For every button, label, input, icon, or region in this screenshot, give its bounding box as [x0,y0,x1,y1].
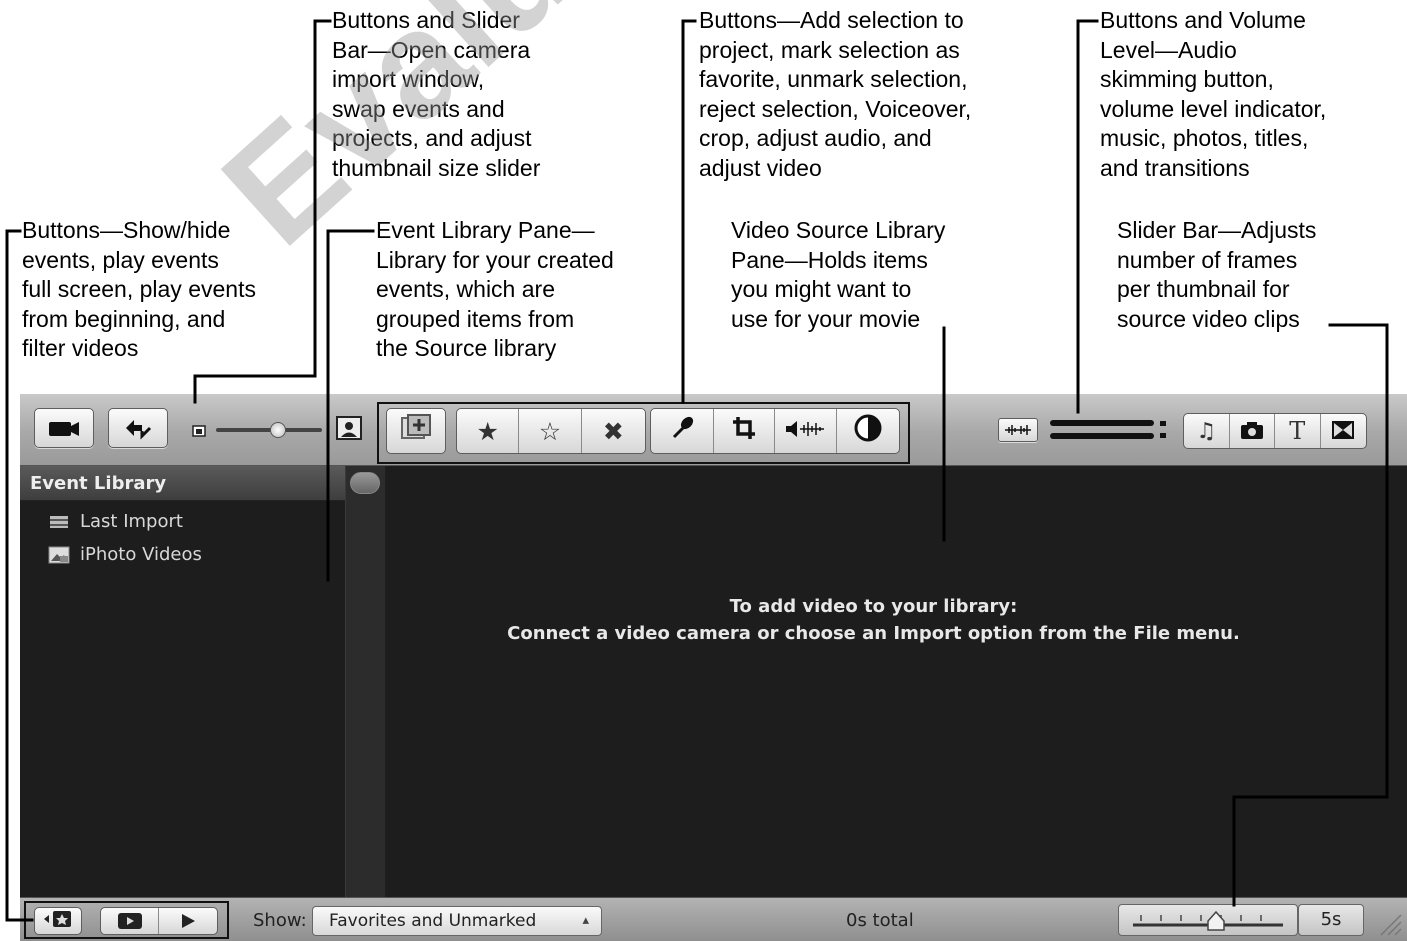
transitions-button[interactable] [1321,414,1366,448]
audio-skimming-button[interactable] [998,418,1038,442]
thumbnail-slider-knob[interactable] [270,422,286,438]
frames-per-thumbnail-slider[interactable] [1118,904,1298,936]
annotation-event-library-pane: Event Library Pane— Library for your cre… [376,217,614,361]
video-source-library-pane: To add video to your library: Connect a … [386,466,1407,897]
iphoto-icon [48,546,70,563]
camera-icon [47,418,81,438]
show-hide-events-wrap [34,907,82,935]
total-duration: 0s total [846,910,914,931]
music-button[interactable]: ♫ [1184,414,1230,448]
toolbar: ★ ☆ ✖ ♫ T [20,394,1407,466]
callout-line-edit-buttons [681,19,697,404]
sidebar-item-last-import[interactable]: Last Import [48,511,183,532]
imovie-window: ★ ☆ ✖ ♫ T Event Library Last Import iPho… [20,394,1407,941]
adjust-video-icon [854,414,882,448]
show-hide-events-icon [42,910,74,932]
music-icon: ♫ [1196,418,1217,444]
collapse-pane-button[interactable] [350,472,380,494]
crop-icon [731,415,757,447]
frames-value: 5s [1320,909,1342,930]
event-film-icon [48,514,70,530]
play-buttons [100,907,218,935]
add-selection-button-wrap [386,408,446,454]
browser-buttons: ♫ T [1183,413,1367,449]
play-from-beginning-button[interactable] [159,908,217,934]
filter-popup-value: Favorites and Unmarked [329,911,537,931]
sidebar-item-iphoto-videos[interactable]: iPhoto Videos [48,544,202,565]
large-thumbnail-icon [336,416,362,444]
crop-button[interactable] [714,409,775,453]
annotation-event-buttons: Buttons—Show/hide events, play events fu… [22,217,256,361]
unmark-button[interactable]: ☆ [519,409,582,453]
adjust-audio-icon [784,417,826,446]
thumbnail-slider-track [216,428,322,432]
photos-camera-icon [1240,417,1264,446]
favorite-button[interactable]: ★ [457,409,520,453]
add-selection-to-project-icon [399,413,433,449]
sidebar-item-label: iPhoto Videos [80,544,202,565]
show-label: Show: [253,910,307,931]
pane-divider [345,466,385,897]
add-selection-to-project-button[interactable] [387,409,445,453]
titles-button[interactable]: T [1275,414,1321,448]
volume-level-indicator [1050,416,1168,444]
adjust-video-button[interactable] [837,409,899,453]
annotation-frames-slider: Slider Bar—Adjusts number of frames per … [1117,217,1317,332]
voiceover-button[interactable] [651,409,714,453]
transitions-icon [1331,417,1355,446]
play-full-screen-button[interactable] [101,908,160,934]
favorite-star-icon: ★ [476,416,499,446]
play-full-screen-icon [117,908,143,934]
audio-skimming-icon [1003,423,1033,437]
adjust-audio-button[interactable] [775,409,837,453]
swap-events-projects-button[interactable] [108,408,168,448]
event-library-title: Event Library [20,466,360,501]
swap-events-projects-icon [122,414,154,442]
reject-button[interactable]: ✖ [582,409,645,453]
titles-icon: T [1289,417,1306,445]
annotation-audio-volume: Buttons and Volume Level—Audio skimming … [1100,7,1327,181]
play-icon [179,908,197,934]
thumbnail-size-slider[interactable] [216,420,322,440]
annotation-edit-buttons: Buttons—Add selection to project, mark s… [699,7,972,181]
photos-button[interactable] [1230,414,1275,448]
reject-icon: ✖ [602,416,624,446]
empty-library-message-line1: To add video to your library: [729,596,1018,617]
unmark-star-icon: ☆ [538,416,562,446]
bottom-bar: Show: Favorites and Unmarked ▴▾ 0s total… [20,897,1407,941]
annotation-video-source-pane: Video Source Library Pane—Holds items yo… [731,217,946,332]
small-thumbnail-icon [192,422,206,441]
camera-import-button[interactable] [34,408,94,448]
callout-line-audio-volume [1076,19,1099,414]
frames-value-box: 5s [1298,904,1364,936]
annotation-camera-swap-slider: Buttons and Slider Bar—Open camera impor… [332,7,541,181]
event-library-pane: Event Library Last Import iPhoto Videos [20,466,360,897]
resize-grip-icon[interactable] [1377,911,1403,937]
filter-videos-popup[interactable]: Favorites and Unmarked ▴▾ [312,906,602,936]
rating-buttons: ★ ☆ ✖ [456,408,646,454]
sidebar-item-label: Last Import [80,511,183,532]
voiceover-microphone-icon [670,415,694,447]
tool-buttons [650,408,900,454]
show-hide-events-button[interactable] [35,908,81,934]
popup-arrows-icon: ▴▾ [582,913,589,928]
empty-library-message-line2: Connect a video camera or choose an Impo… [507,623,1240,644]
